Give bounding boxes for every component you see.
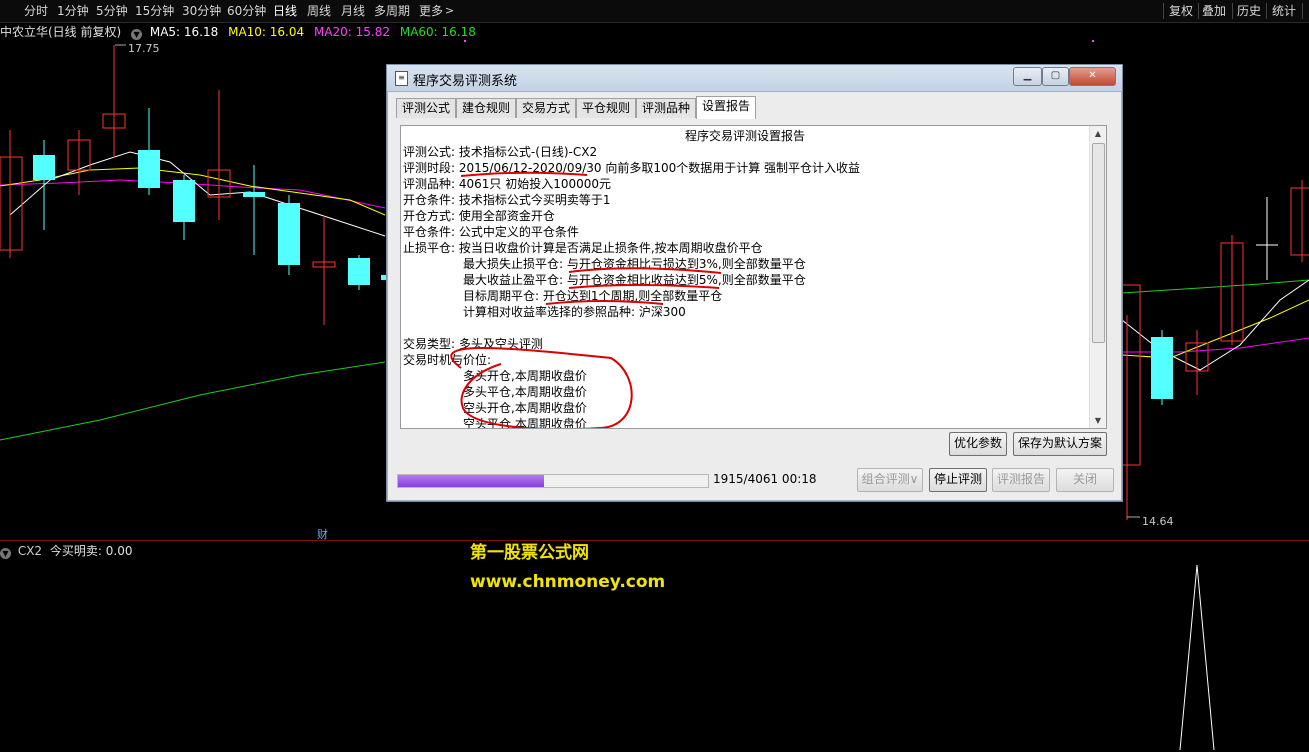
indicator-legend: ▼ CX2 今买明卖: 0.00 (0, 543, 132, 559)
period-tab-more[interactable]: 更多 (419, 3, 443, 19)
period-toolbar: 分时 1分钟 5分钟 15分钟 30分钟 60分钟 日线 周线 月线 多周期 更… (0, 0, 1309, 23)
watermark-url: www.chnmoney.com (470, 572, 666, 592)
period-tab-fenshi[interactable]: 分时 (24, 3, 48, 19)
toolbar-divider (1163, 3, 1164, 19)
period-tab-15min[interactable]: 15分钟 (135, 3, 174, 19)
toolbar-divider (1232, 3, 1233, 19)
period-tab-30min[interactable]: 30分钟 (182, 3, 221, 19)
marker-dot (464, 40, 466, 42)
scroll-up-icon[interactable]: ▲ (1090, 126, 1106, 141)
toolbar-divider (1302, 3, 1303, 19)
toolbar-divider (1266, 3, 1267, 19)
period-tab-5min[interactable]: 5分钟 (96, 3, 128, 19)
stock-title: 中农立华(日线 前复权) (0, 25, 122, 39)
period-tab-weekly[interactable]: 周线 (307, 3, 331, 19)
document-icon: ≡ (395, 71, 408, 86)
chart-legend: 中农立华(日线 前复权) ▼ MA5: 16.18 MA10: 16.04 MA… (0, 24, 482, 40)
indicator-value: 今买明卖: 0.00 (49, 544, 133, 558)
period-tab-monthly[interactable]: 月线 (341, 3, 365, 19)
tab-formula[interactable]: 评测公式 (396, 98, 457, 118)
chevron-down-icon[interactable]: ▼ (131, 29, 143, 40)
ma5-line (9, 151, 386, 237)
low-price-label: 14.64 (1142, 515, 1174, 528)
period-tab-multi[interactable]: 多周期 (374, 3, 410, 19)
period-tab-1min[interactable]: 1分钟 (57, 3, 89, 19)
history-button[interactable]: 历史 (1237, 3, 1261, 19)
ma60-line-right (1121, 279, 1309, 294)
indicator-chevron-icon[interactable]: ▼ (0, 548, 11, 559)
scroll-down-icon[interactable]: ▼ (1090, 413, 1106, 428)
ma60-value: MA60: 16.18 (399, 25, 476, 39)
finance-marker: 财 (317, 527, 328, 540)
close-button[interactable]: 关闭 (1056, 468, 1114, 492)
ma10-value: MA10: 16.04 (228, 25, 305, 39)
dialog-title-bar[interactable]: ≡ 程序交易评测系统 ▁ ▢ ✕ (387, 65, 1122, 92)
progress-text: 1915/4061 00:18 (713, 472, 817, 486)
minimize-icon[interactable]: ▁ (1013, 67, 1042, 86)
save-default-button[interactable]: 保存为默认方案 (1013, 432, 1107, 456)
watermark-title: 第一股票公式网 (470, 543, 589, 563)
tab-report-settings[interactable]: 设置报告 (696, 96, 757, 119)
high-price-label: 17.75 (128, 42, 160, 55)
close-icon[interactable]: ✕ (1069, 67, 1116, 86)
indicator-name: CX2 (17, 544, 43, 558)
period-tab-daily[interactable]: 日线 (273, 3, 297, 19)
overlay-button[interactable]: 叠加 (1202, 3, 1226, 19)
candles-left (0, 45, 386, 325)
progress-fill (398, 475, 544, 487)
red-annotations (450, 171, 722, 428)
report-scrollbar[interactable]: ▲ ▼ (1089, 126, 1106, 428)
panel-divider[interactable] (0, 540, 1309, 541)
combo-evaluate-button[interactable]: 组合评测∨ (857, 468, 923, 492)
dialog-title: 程序交易评测系统 (413, 74, 518, 89)
stats-button[interactable]: 统计 (1272, 3, 1296, 19)
ma60-line (0, 361, 386, 441)
maximize-icon[interactable]: ▢ (1042, 67, 1069, 86)
ma20-value: MA20: 15.82 (313, 25, 391, 39)
tab-trade-method[interactable]: 交易方式 (516, 98, 577, 118)
stop-evaluate-button[interactable]: 停止评测 (929, 468, 987, 492)
ma5-value: MA5: 16.18 (149, 25, 219, 39)
scroll-thumb[interactable] (1092, 143, 1105, 343)
evaluation-dialog: ≡ 程序交易评测系统 ▁ ▢ ✕ 评测公式 建仓规则 交易方式 平仓规则 评测品… (386, 64, 1123, 502)
tab-position-rules[interactable]: 建仓规则 (456, 98, 517, 118)
toolbar-divider (1198, 3, 1199, 19)
chevron-right-icon: > (445, 4, 455, 17)
tab-close-rules[interactable]: 平仓规则 (576, 98, 637, 118)
fuquan-button[interactable]: 复权 (1169, 3, 1193, 19)
indicator-line (1179, 564, 1215, 750)
marker-dot (1092, 40, 1094, 42)
period-tab-60min[interactable]: 60分钟 (227, 3, 266, 19)
tab-varieties[interactable]: 评测品种 (636, 98, 697, 118)
evaluate-report-button[interactable]: 评测报告 (992, 468, 1050, 492)
progress-bar (397, 474, 709, 488)
optimize-button[interactable]: 优化参数 (949, 432, 1007, 456)
report-textbox[interactable]: 程序交易评测设置报告 评测公式: 技术指标公式-(日线)-CX2 评测时段: 2… (400, 125, 1107, 429)
